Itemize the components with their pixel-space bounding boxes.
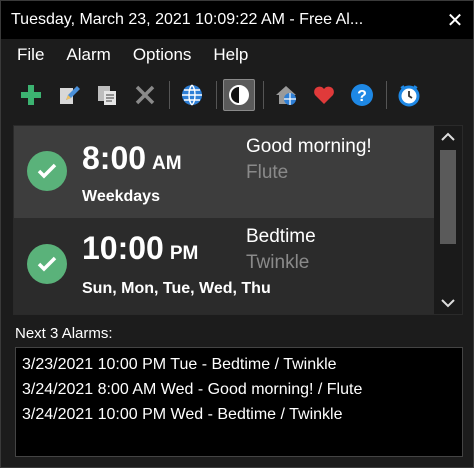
app-window: Tuesday, March 23, 2021 10:09:22 AM - Fr…	[0, 0, 474, 468]
menu-bar: File Alarm Options Help	[1, 39, 473, 71]
edit-icon	[60, 86, 80, 104]
alarm-time: 8:00 AM	[82, 140, 182, 177]
scroll-down-button[interactable]	[434, 292, 462, 314]
alarm-label: Good morning!	[246, 136, 372, 157]
alarm-time: 10:00 PM	[82, 230, 198, 267]
world-time-button[interactable]	[176, 79, 208, 111]
alarm-enabled-check[interactable]	[27, 151, 67, 191]
next-alarms-label: Next 3 Alarms:	[15, 325, 113, 342]
heart-icon	[314, 86, 334, 104]
alarm-list[interactable]: 8:00 AM Weekdays Good morning! Flute 10:0…	[13, 125, 463, 315]
toolbar: ?	[1, 73, 473, 117]
donate-button[interactable]	[308, 79, 340, 111]
alarm-time-value: 10:00	[82, 230, 164, 266]
clone-alarm-button[interactable]	[91, 79, 123, 111]
add-alarm-button[interactable]	[15, 79, 47, 111]
alarm-sound: Twinkle	[246, 252, 310, 273]
chevron-up-icon	[441, 132, 455, 141]
home-button[interactable]	[270, 79, 302, 111]
checkmark-icon	[37, 256, 57, 272]
title-bar[interactable]: Tuesday, March 23, 2021 10:09:22 AM - Fr…	[1, 1, 473, 39]
edit-alarm-button[interactable]	[53, 79, 85, 111]
toolbar-separator	[386, 81, 387, 109]
alarm-label: Bedtime	[246, 226, 316, 247]
clock-icon	[398, 85, 420, 107]
clock-button[interactable]	[393, 79, 425, 111]
alarm-time-value: 8:00	[82, 140, 147, 176]
help-button[interactable]: ?	[346, 79, 378, 111]
menu-options[interactable]: Options	[123, 45, 204, 65]
alarm-ampm: PM	[169, 243, 199, 264]
contrast-icon	[229, 85, 249, 105]
menu-file[interactable]: File	[7, 45, 56, 65]
menu-alarm[interactable]: Alarm	[56, 45, 122, 65]
alarm-row[interactable]: 8:00 AM Weekdays Good morning! Flute	[14, 126, 434, 218]
alarm-days: Weekdays	[82, 188, 160, 205]
alarm-ampm: AM	[152, 153, 182, 174]
next-alarm-item: 3/24/2021 10:00 PM Wed - Bedtime / Twink…	[22, 406, 343, 423]
clone-icon	[98, 86, 116, 105]
scroll-up-button[interactable]	[434, 126, 462, 148]
toolbar-separator	[169, 81, 170, 109]
scroll-thumb[interactable]	[440, 150, 456, 244]
alarm-sound: Flute	[246, 162, 289, 183]
checkmark-icon	[37, 163, 57, 179]
alarm-row[interactable]: 10:00 PM Sun, Mon, Tue, Wed, Thu Bedtime …	[14, 218, 434, 314]
svg-text:?: ?	[357, 88, 367, 105]
toolbar-separator	[216, 81, 217, 109]
delete-icon	[135, 85, 155, 105]
next-alarm-item: 3/24/2021 8:00 AM Wed - Good morning! / …	[22, 381, 363, 398]
close-button[interactable]: ✕	[437, 1, 473, 39]
chevron-down-icon	[441, 299, 455, 308]
globe-icon	[182, 84, 202, 106]
window-title: Tuesday, March 23, 2021 10:09:22 AM - Fr…	[11, 11, 364, 28]
alarm-days: Sun, Mon, Tue, Wed, Thu	[82, 280, 271, 297]
alarm-enabled-check[interactable]	[27, 244, 67, 284]
next-alarms-list[interactable]: 3/23/2021 10:00 PM Tue - Bedtime / Twink…	[15, 347, 463, 457]
home-icon	[276, 86, 296, 105]
dark-mode-toggle[interactable]	[223, 79, 255, 111]
menu-help[interactable]: Help	[203, 45, 260, 65]
help-icon: ?	[351, 84, 373, 106]
next-alarm-item: 3/23/2021 10:00 PM Tue - Bedtime / Twink…	[22, 356, 337, 373]
add-icon	[21, 85, 41, 105]
delete-alarm-button[interactable]	[129, 79, 161, 111]
alarm-list-scrollbar[interactable]	[434, 126, 462, 314]
toolbar-separator	[263, 81, 264, 109]
